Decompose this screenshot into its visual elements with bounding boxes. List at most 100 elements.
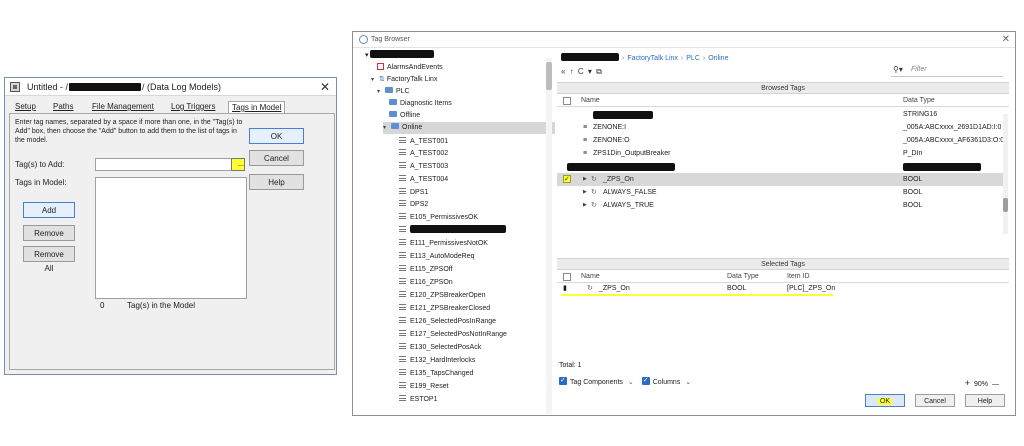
zoom-in-icon[interactable]: + [965,378,970,388]
table-row[interactable]: ▶ ↻ ALWAYS_FALSE BOOL [557,186,1003,199]
remove-all-button[interactable]: Remove All [23,246,75,273]
linx-icon: ⇅ [379,76,385,83]
tree-scrollbar[interactable] [546,58,552,414]
tree-item-tag[interactable]: E121_ZPSBreakerClosed [399,303,490,315]
table-row[interactable]: ▶ ↻ ALWAYS_TRUE BOOL [557,199,1003,212]
tree-item-tag[interactable]: E120_ZPSBreakerOpen [399,290,486,302]
tree-item-tag[interactable]: ESTOP1 [399,394,438,406]
tree-item-tag[interactable]: E135_TapsChanged [399,368,473,380]
table-row-redacted[interactable] [557,160,1003,173]
select-all-checkbox[interactable] [563,97,571,105]
tab-paths[interactable]: Paths [53,102,73,114]
breadcrumb: › FactoryTalk Linx › PLC › Online [561,53,728,62]
tree-label: E132_HardInterlocks [410,357,476,364]
expand-arrow-icon[interactable]: ▶ [583,199,591,212]
browsed-scroll-thumb[interactable] [1003,198,1008,212]
tags-in-model-list[interactable] [95,177,247,299]
tree-item-tag[interactable]: A_TEST002 [399,148,448,160]
tree-item-tag[interactable]: E116_ZPSOn [399,277,453,289]
tag-browser-help-button[interactable]: Help [965,394,1005,407]
select-all-selected-checkbox[interactable] [563,273,571,281]
tab-log-triggers[interactable]: Log Triggers [171,102,215,114]
breadcrumb-factorytalk-linx[interactable]: FactoryTalk Linx [627,55,678,62]
tree-item-factorytalk-linx[interactable]: ▾ ⇅ FactoryTalk Linx [371,74,437,86]
table-row-zps-on[interactable]: ▶ ↻ _ZPS_On BOOL [557,173,1003,186]
tag-icon [399,369,406,375]
column-data-type[interactable]: Data Type [903,95,935,107]
total-count: Total: 1 [559,362,582,369]
tree-item-tag[interactable]: E113_AutoModeReq [399,251,474,263]
tag-count: 0 [100,301,105,310]
tree-item-root[interactable]: ▾ [365,50,435,62]
tab-setup[interactable]: Setup [15,102,36,114]
selected-tags-header: Selected Tags [557,258,1009,270]
zoom-out-icon[interactable]: — [992,381,999,388]
tree-label: PLC [396,88,410,95]
tree-label: Online [402,124,423,131]
footer-buttons: OK Cancel Help [353,394,1017,417]
tag-to-add-input[interactable] [95,158,233,171]
browse-tags-button[interactable]: ... [231,158,245,171]
tree-item-tag[interactable]: E199_Reset [399,381,449,393]
ok-button[interactable]: OK [249,128,304,144]
tag-components-checkbox[interactable] [559,374,567,388]
browsed-scrollbar[interactable] [1003,114,1008,234]
help-button[interactable]: Help [249,174,304,190]
tag-browser-ok-button[interactable]: OK [865,394,905,407]
tree-item-tag[interactable]: A_TEST003 [399,161,448,173]
tree-item-tag[interactable]: E127_SelectedPosNotInRange [399,329,507,341]
row-checkbox[interactable] [563,173,571,186]
tree-item-diagnostic-items[interactable]: Diagnostic Items [389,98,452,110]
tree-item-online[interactable]: ▾ Online [383,122,555,134]
alias-icon: ↻ [591,189,597,196]
tree-item-tag[interactable]: E115_ZPSOff [399,264,453,276]
breadcrumb-plc[interactable]: PLC [686,55,700,62]
tree-item-alarms[interactable]: AlarmsAndEvents [377,62,443,74]
table-row[interactable]: STRING16 [557,108,1003,121]
tree-item-tag[interactable] [399,225,506,237]
add-button[interactable]: Add [23,202,75,218]
chevron-down-icon[interactable]: ⌄ [628,379,634,386]
tree-item-tag[interactable]: E130_SelectedPosAck [399,342,481,354]
folder-icon [389,99,397,105]
tree-label: DPS1 [410,189,429,196]
browse-toolbar[interactable]: « ↑ C ▾ ⧉ [561,67,603,77]
tags-in-model-label: Tags in Model: [15,178,67,187]
remove-button[interactable]: Remove [23,225,75,241]
tag-icon [399,382,406,388]
redacted-root [561,53,619,61]
app-icon [10,82,20,92]
tree-item-tag[interactable]: DPS1 [399,187,428,199]
tab-file-management[interactable]: File Management [92,102,154,114]
chevron-down-icon[interactable]: ⌄ [685,379,691,386]
tree-item-tag[interactable]: E105_PermissivesOK [399,212,478,224]
tag-icon [399,239,406,245]
filter-box[interactable]: ⚲▾ Filter [891,65,1003,77]
table-row[interactable]: ≡ ZENONE:O _005A:ABCxxxx_AF6361D3:O:0 [557,134,1005,147]
tag-to-add-label: Tag(s) to Add: [15,160,65,169]
expand-arrow-icon[interactable]: ▶ [583,173,591,186]
tree-item-tag[interactable]: A_TEST001 [399,136,448,148]
tree-item-tag[interactable]: A_TEST004 [399,174,448,186]
tree-item-offline[interactable]: Offline [389,110,420,122]
tag-browser-cancel-button[interactable]: Cancel [915,394,955,407]
columns-checkbox[interactable] [641,374,650,388]
tree-label: A_TEST004 [410,176,449,183]
breadcrumb-online[interactable]: Online [708,55,728,62]
tree-scroll-thumb[interactable] [546,62,552,90]
row-data-type: _005A:ABCxxxx_AF6361D3:O:0 [903,137,1005,144]
browsed-tags-header: Browsed Tags [557,82,1009,94]
close-icon[interactable]: ✕ [320,80,330,94]
column-name[interactable]: Name [581,95,600,107]
cancel-button[interactable]: Cancel [249,150,304,166]
tree-item-tag[interactable]: E132_HardInterlocks [399,355,475,367]
tree-item-tag[interactable]: E126_SelectedPosInRange [399,316,496,328]
tree-item-tag[interactable]: E111_PermissivesNotOK [399,238,488,250]
tree-item-tag[interactable]: DPS2 [399,199,428,211]
table-row[interactable]: ≡ ZENONE:I _005A:ABCxxxx_2691D1AD:I:0 [557,121,1003,134]
expand-arrow-icon[interactable]: ▶ [583,186,591,199]
tree-item-plc[interactable]: ▾ PLC [377,86,410,98]
close-icon[interactable]: ✕ [1002,34,1010,45]
tab-tags-in-model[interactable]: Tags in Model [228,101,286,113]
table-row[interactable]: ≡ ZPS1Din_OutputBreaker P_DIn [557,147,1003,160]
